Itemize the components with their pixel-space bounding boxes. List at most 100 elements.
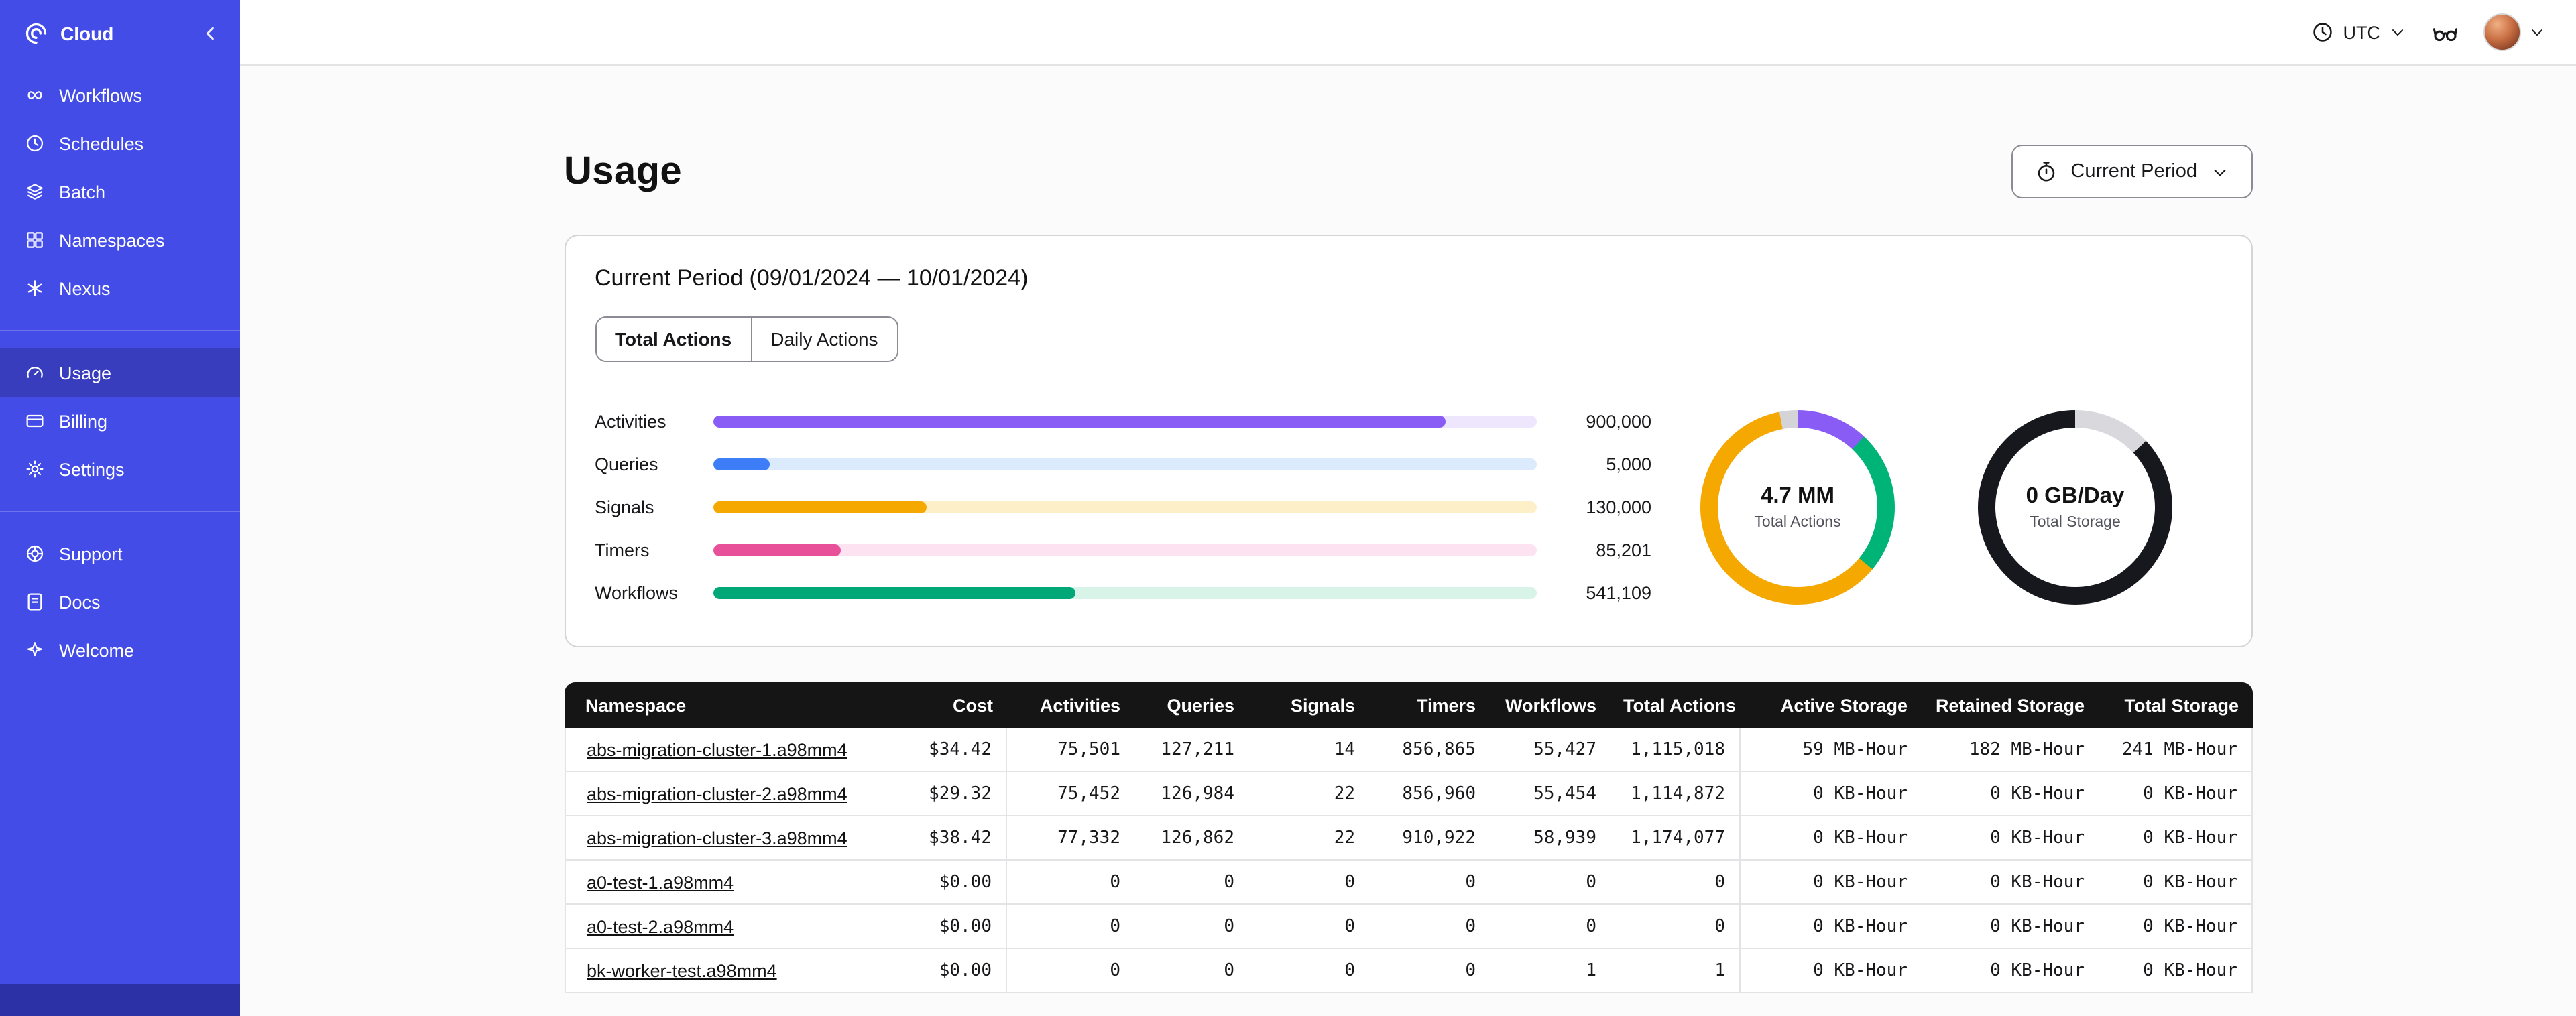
table-cell: 0	[1006, 949, 1134, 993]
tab-total-actions[interactable]: Total Actions	[596, 318, 751, 361]
namespace-link[interactable]: abs-migration-cluster-3.a98mm4	[587, 828, 847, 848]
sidebar-item-nexus[interactable]: Nexus	[0, 264, 240, 312]
bar-fill	[713, 586, 1075, 598]
sidebar-item-usage[interactable]: Usage	[0, 348, 240, 397]
bar-row: Activities 900,000	[595, 399, 1651, 442]
bar-value: 85,201	[1596, 539, 1651, 560]
usage-card: Current Period (09/01/2024 — 10/01/2024)…	[564, 235, 2252, 647]
bar-row: Queries 5,000	[595, 442, 1651, 485]
bar-label: Activities	[595, 411, 666, 431]
bar-fill	[713, 501, 927, 513]
table-cell: 77,332	[1006, 816, 1134, 861]
table-cell: 0 KB-Hour	[2098, 816, 2252, 861]
billing-icon	[24, 410, 46, 432]
table-cell: 0 KB-Hour	[1921, 905, 2098, 949]
sidebar-item-docs[interactable]: Docs	[0, 578, 240, 626]
user-menu[interactable]	[2483, 13, 2546, 51]
table-cell: 0 KB-Hour	[2098, 949, 2252, 993]
total-storage-donut: 0 GB/Day Total Storage	[1978, 409, 2172, 604]
table-row: a0-test-1.a98mm4 $0.00 0 0 0 0 0 0 0 KB-Hour 0 KB…	[564, 861, 2252, 905]
bar-label: Signals	[595, 497, 654, 517]
table-cell: 0	[1489, 905, 1610, 949]
bar-fill	[713, 458, 770, 470]
period-selector-button[interactable]: Current Period	[2011, 145, 2252, 198]
table-cell: 22	[1248, 772, 1368, 816]
bar-fill	[713, 544, 841, 556]
table-cell: 0	[1134, 905, 1248, 949]
bar-value: 130,000	[1586, 497, 1651, 517]
sidebar-item-batch[interactable]: Batch	[0, 168, 240, 216]
batch-icon	[24, 181, 46, 202]
nexus-icon	[24, 277, 46, 299]
column-header-signals: Signals	[1248, 682, 1368, 728]
sidebar-footer	[0, 984, 240, 1016]
sidebar-item-workflows[interactable]: Workflows	[0, 71, 240, 119]
usage-icon	[24, 362, 46, 383]
table-cell: 0	[1006, 861, 1134, 905]
sidebar-item-support[interactable]: Support	[0, 529, 240, 578]
namespace-cell: a0-test-2.a98mm4	[564, 905, 872, 949]
table-cell: $34.42	[872, 728, 1006, 772]
sidebar-item-label: Welcome	[59, 640, 135, 660]
table-cell: 0	[1248, 949, 1368, 993]
bar-track	[713, 415, 1536, 427]
namespace-link[interactable]: bk-worker-test.a98mm4	[587, 960, 777, 980]
temporal-logo-icon	[24, 21, 48, 45]
sidebar-item-welcome[interactable]: Welcome	[0, 626, 240, 674]
chevron-down-icon	[2532, 29, 2542, 36]
namespace-link[interactable]: a0-test-2.a98mm4	[587, 916, 734, 936]
namespace-link[interactable]: abs-migration-cluster-2.a98mm4	[587, 783, 847, 804]
namespace-cell: abs-migration-cluster-3.a98mm4	[564, 816, 872, 861]
table-cell: 75,452	[1006, 772, 1134, 816]
table-cell: 75,501	[1006, 728, 1134, 772]
table-cell: 856,960	[1368, 772, 1489, 816]
column-header-activities: Activities	[1006, 682, 1134, 728]
column-header-workflows: Workflows	[1489, 682, 1610, 728]
bar-track	[713, 458, 1536, 470]
workflows-icon	[24, 84, 46, 106]
table-cell: 126,862	[1134, 816, 1248, 861]
table-cell: 0 KB-Hour	[1921, 816, 2098, 861]
tab-daily-actions[interactable]: Daily Actions	[750, 318, 897, 361]
table-row: abs-migration-cluster-3.a98mm4 $38.42 77,3…	[564, 816, 2252, 861]
settings-icon	[24, 458, 46, 480]
table-cell: 0 KB-Hour	[2098, 772, 2252, 816]
table-cell: 910,922	[1368, 816, 1489, 861]
timezone-label: UTC	[2343, 22, 2381, 42]
table-row: bk-worker-test.a98mm4 $0.00 0 0 0 0 1 1 0 KB-Hou…	[564, 949, 2252, 993]
bar-label: Timers	[595, 539, 650, 560]
chevron-down-icon	[2392, 29, 2403, 36]
sidebar-item-label: Batch	[59, 182, 106, 202]
donut-value: 0 GB/Day	[2026, 483, 2125, 507]
bar-value: 900,000	[1586, 411, 1651, 431]
sidebar-item-billing[interactable]: Billing	[0, 397, 240, 445]
sidebar-item-label: Schedules	[59, 133, 144, 153]
sidebar-collapse-button[interactable]	[200, 22, 221, 44]
donut-label: Total Actions	[1754, 514, 1841, 530]
table-cell: 1	[1489, 949, 1610, 993]
usage-card-title: Current Period (09/01/2024 — 10/01/2024)	[595, 265, 1029, 291]
table-cell: 0 KB-Hour	[1921, 949, 2098, 993]
sidebar-item-schedules[interactable]: Schedules	[0, 119, 240, 168]
sidebar-item-settings[interactable]: Settings	[0, 445, 240, 493]
namespace-cell: bk-worker-test.a98mm4	[564, 949, 872, 993]
namespace-link[interactable]: abs-migration-cluster-1.a98mm4	[587, 739, 847, 759]
timezone-selector[interactable]: UTC	[2311, 20, 2408, 44]
welcome-icon	[24, 639, 46, 661]
glasses-icon[interactable]	[2431, 18, 2459, 46]
table-cell: 0 KB-Hour	[2098, 905, 2252, 949]
bar-label: Queries	[595, 454, 658, 474]
table-cell: $0.00	[872, 861, 1006, 905]
bar-value: 5,000	[1606, 454, 1651, 474]
sidebar-item-namespaces[interactable]: Namespaces	[0, 216, 240, 264]
namespace-link[interactable]: a0-test-1.a98mm4	[587, 872, 734, 892]
table-cell: 0	[1610, 861, 1740, 905]
donut-center: 4.7 MM Total Actions	[1718, 427, 1877, 586]
table-cell: 1	[1610, 949, 1740, 993]
sidebar-nav: Workflows Schedules Batch Namespaces Nex…	[0, 66, 240, 674]
table-cell: 182 MB-Hour	[1921, 728, 2098, 772]
sidebar-item-label: Support	[59, 544, 123, 564]
table-cell: 0 KB-Hour	[1740, 772, 1921, 816]
schedules-icon	[24, 133, 46, 154]
stopwatch-icon	[2038, 162, 2055, 182]
